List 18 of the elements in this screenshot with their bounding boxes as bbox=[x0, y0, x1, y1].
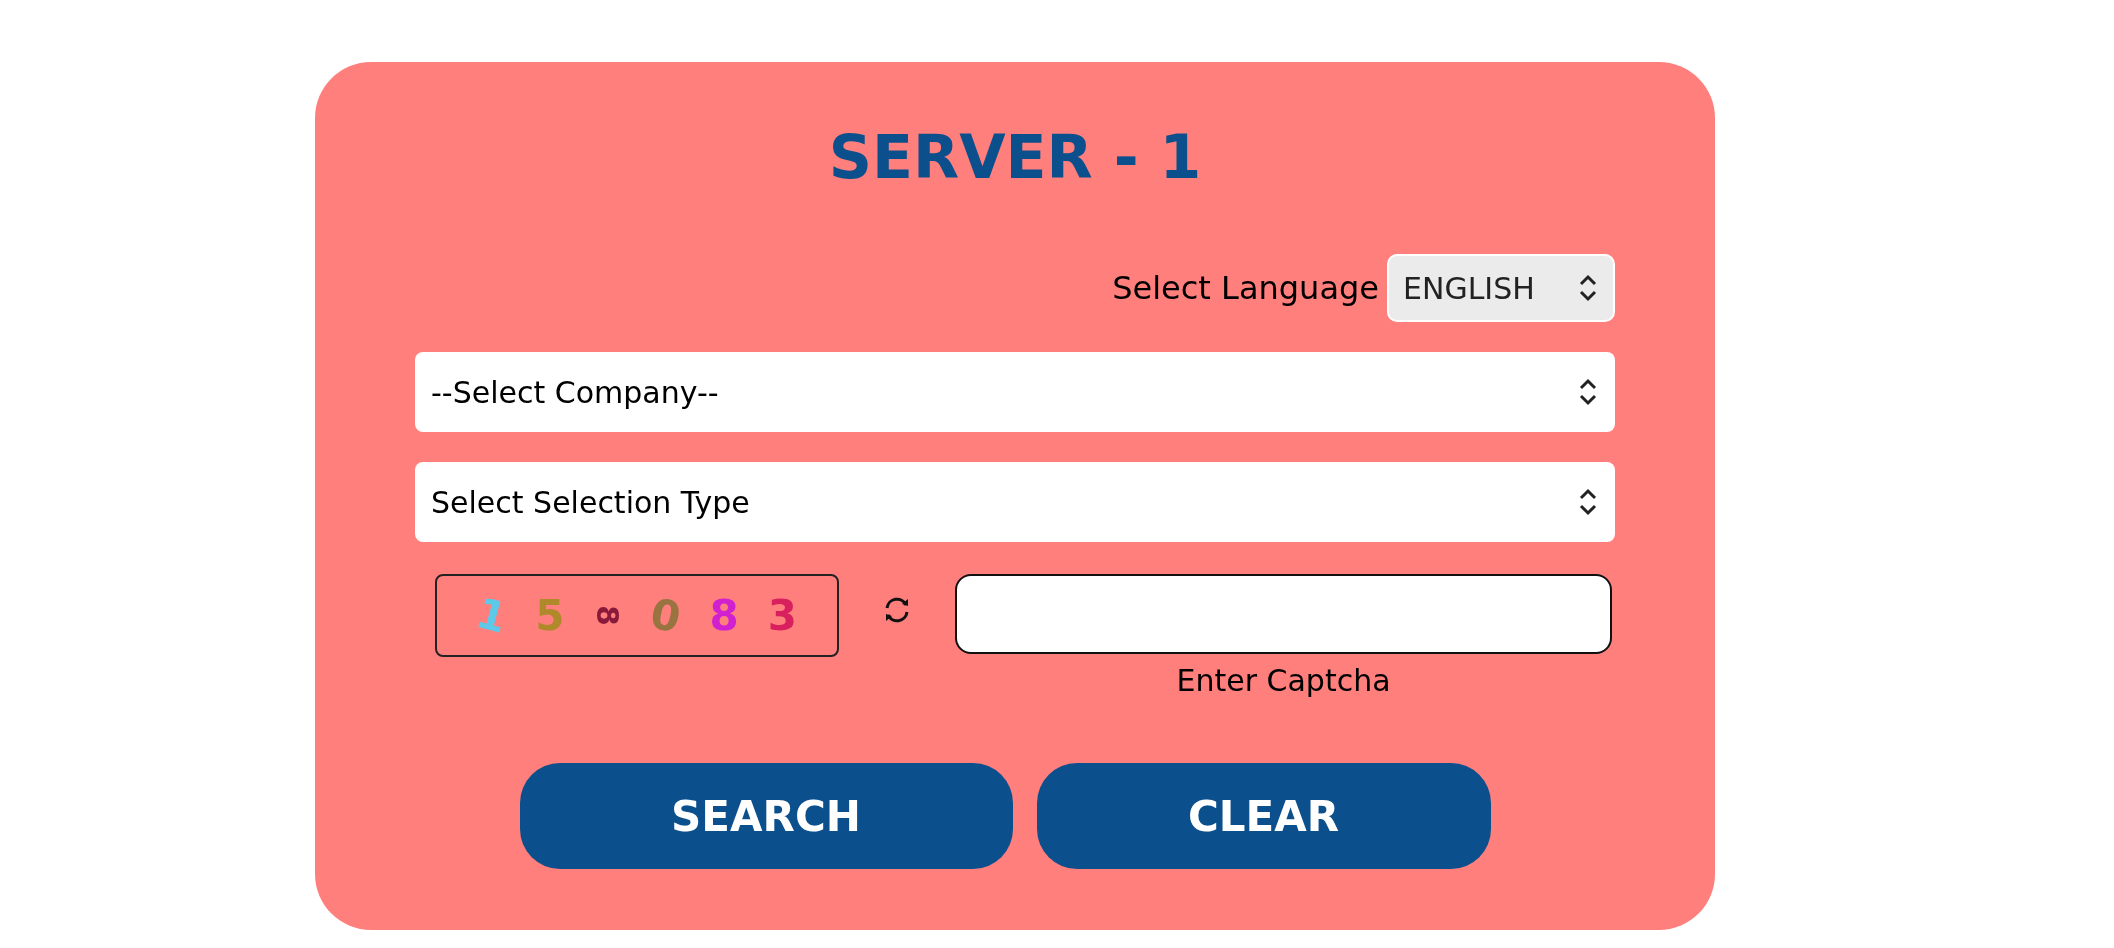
language-select[interactable]: ENGLISH bbox=[1387, 254, 1615, 322]
captcha-character: 8 bbox=[709, 590, 739, 642]
chevron-icon bbox=[1577, 377, 1599, 407]
captcha-character: 8 bbox=[589, 605, 627, 626]
chevron-icon bbox=[1577, 273, 1599, 303]
dropdown-select[interactable]: Select Selection Type bbox=[415, 462, 1615, 542]
captcha-character: 3 bbox=[767, 590, 797, 642]
captcha-label: Enter Captcha bbox=[1176, 662, 1391, 700]
server-title: SERVER - 1 bbox=[827, 124, 1203, 190]
captcha-input-field[interactable] bbox=[955, 574, 1612, 654]
language-label: Select Language bbox=[1112, 268, 1379, 309]
search-button[interactable]: SEARCH bbox=[519, 763, 1013, 869]
captcha-character: 0 bbox=[645, 587, 687, 645]
captcha-character: 1 bbox=[470, 587, 514, 645]
dropdown-select[interactable]: --Select Company-- bbox=[415, 352, 1615, 432]
captcha-character: 5 bbox=[535, 590, 565, 642]
clear-button[interactable]: CLEAR bbox=[1036, 763, 1491, 869]
chevron-icon bbox=[1577, 487, 1599, 517]
